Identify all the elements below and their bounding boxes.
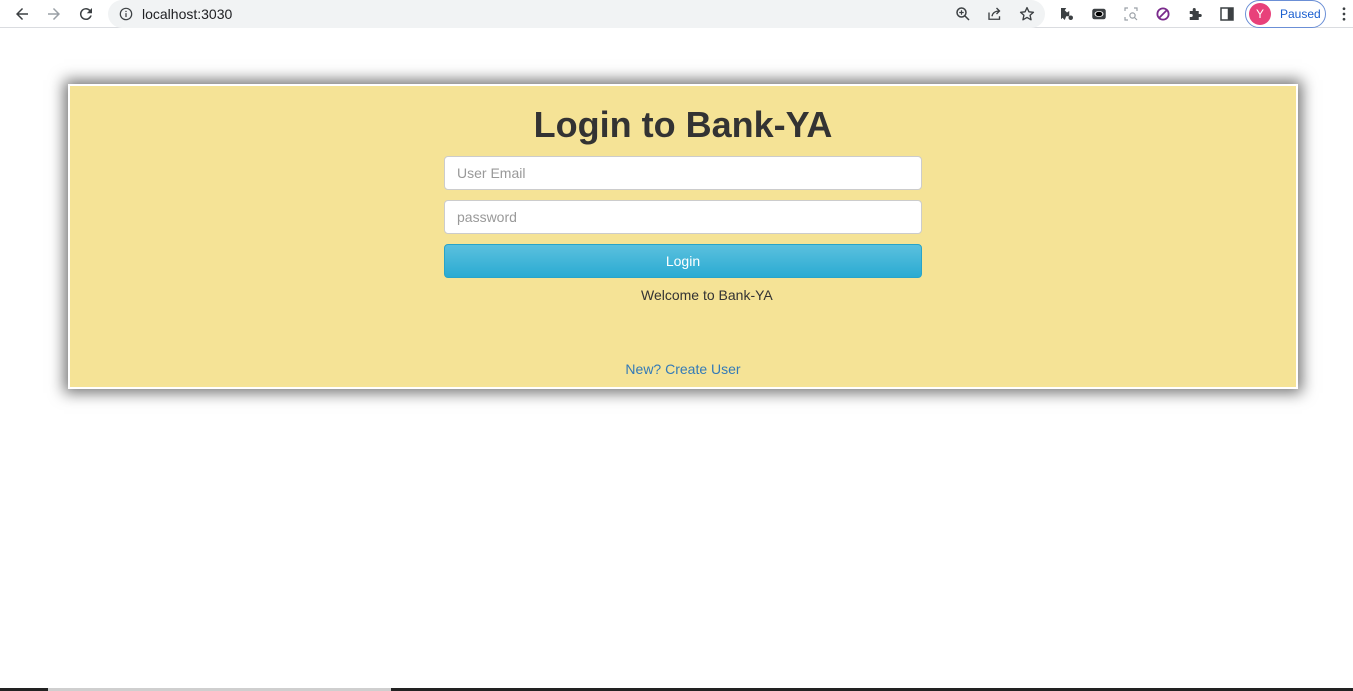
chat-extension-icon[interactable]	[1087, 2, 1111, 26]
forward-icon[interactable]	[42, 2, 66, 26]
page-title: Login to Bank-YA	[533, 104, 833, 145]
extension-icon[interactable]	[1055, 2, 1079, 26]
password-field[interactable]	[444, 200, 922, 234]
login-panel: Login to Bank-YA Login Welcome to Bank-Y…	[68, 84, 1298, 389]
login-button[interactable]: Login	[444, 244, 922, 278]
info-icon[interactable]	[118, 6, 134, 22]
kebab-menu-icon[interactable]	[1332, 2, 1353, 26]
puzzle-icon[interactable]	[1183, 2, 1207, 26]
share-icon[interactable]	[983, 2, 1007, 26]
screenshot-extension-icon[interactable]	[1119, 2, 1143, 26]
star-icon[interactable]	[1015, 2, 1039, 26]
sidepanel-icon[interactable]	[1215, 2, 1239, 26]
welcome-message: Welcome to Bank-YA	[641, 287, 773, 303]
back-icon[interactable]	[10, 2, 34, 26]
browser-toolbar: localhost:3030 Y Paused	[0, 0, 1353, 28]
url-text: localhost:3030	[142, 6, 233, 22]
address-bar[interactable]: localhost:3030	[108, 0, 1045, 28]
profile-status: Paused	[1280, 7, 1321, 21]
email-field[interactable]	[444, 156, 922, 190]
block-extension-icon[interactable]	[1151, 2, 1175, 26]
zoom-icon[interactable]	[951, 2, 975, 26]
profile-button[interactable]: Y Paused	[1245, 0, 1326, 28]
reload-icon[interactable]	[74, 2, 98, 26]
create-user-link[interactable]: New? Create User	[70, 361, 1296, 377]
avatar: Y	[1249, 3, 1271, 25]
